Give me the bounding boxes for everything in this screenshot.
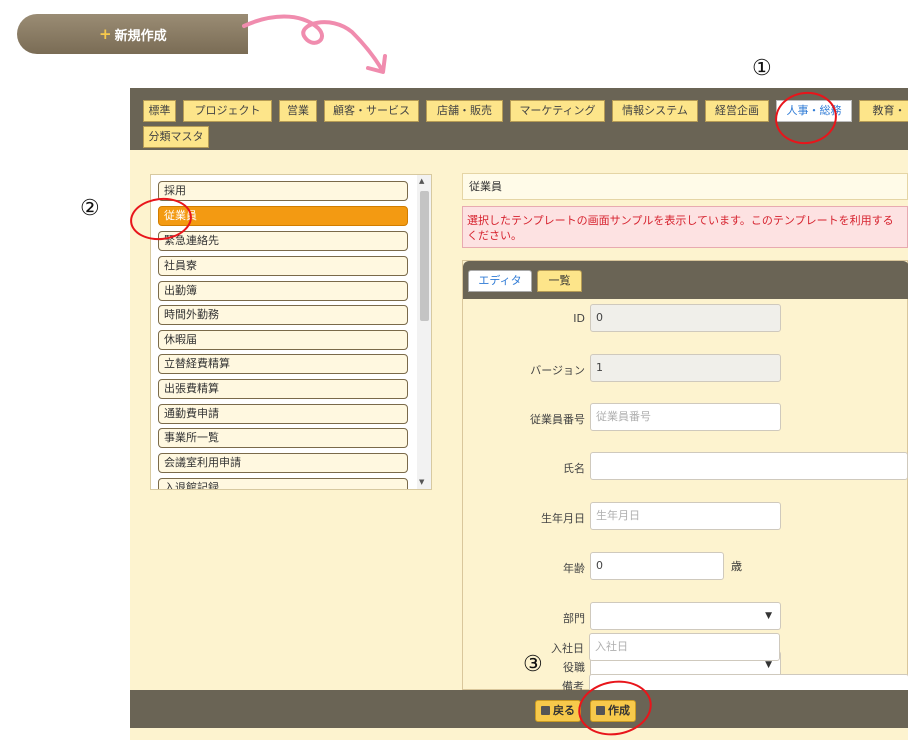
chevron-down-icon: ▼ <box>765 611 772 621</box>
annotation-number-2: ② <box>80 196 100 221</box>
pink-curved-arrow <box>242 14 387 74</box>
notice-line-1: 選択したテンプレートの画面サンプルを表示しています。このテンプレートを利用する <box>467 214 894 227</box>
notice-line-2: ください。 <box>467 229 522 242</box>
app-window: 標準 プロジェクト 営業 顧客・サービス 店舗・販売 マーケティング 情報システ… <box>130 88 908 740</box>
list-item-selected[interactable]: 従業員 <box>158 206 408 226</box>
tab-classification-master[interactable]: 分類マスタ <box>143 126 209 148</box>
age-label: 年齢 <box>563 562 585 575</box>
name-label: 氏名 <box>563 462 585 475</box>
age-field[interactable]: 0 <box>590 552 724 580</box>
id-label: ID <box>573 312 585 325</box>
scroll-up-icon[interactable]: ▲ <box>419 177 424 185</box>
birthdate-label: 生年月日 <box>541 512 585 525</box>
tab-store-retail[interactable]: 店舗・販売 <box>426 100 503 122</box>
template-list: 採用 従業員 緊急連絡先 社員寮 出勤簿 時間外勤務 休暇届 立替経費精算 出張… <box>150 174 432 490</box>
form-panel: エディタ 一覧 ID 0 バージョン 1 従業員番号 従業員番号 氏名 生年月日… <box>462 260 908 690</box>
tab-customer-service[interactable]: 顧客・サービス <box>324 100 419 122</box>
list-item[interactable]: 入退館記録 <box>158 478 408 489</box>
scroll-down-icon[interactable]: ▼ <box>419 478 424 486</box>
age-unit: 歳 <box>731 560 742 573</box>
template-title: 従業員 <box>462 173 908 200</box>
tab-education[interactable]: 教育・ <box>859 100 908 122</box>
name-field[interactable] <box>590 452 908 480</box>
list-item[interactable]: 出張費精算 <box>158 379 408 399</box>
employee-number-label: 従業員番号 <box>530 413 585 426</box>
tab-list[interactable]: 一覧 <box>537 270 582 292</box>
list-item[interactable]: 会議室利用申請 <box>158 453 408 473</box>
department-label: 部門 <box>563 612 585 625</box>
list-item[interactable]: 事業所一覧 <box>158 428 408 448</box>
list-item[interactable]: 採用 <box>158 181 408 201</box>
department-select[interactable]: ▼ <box>590 602 781 630</box>
list-item[interactable]: 通勤費申請 <box>158 404 408 424</box>
birthdate-field[interactable]: 生年月日 <box>590 502 781 530</box>
list-item[interactable]: 緊急連絡先 <box>158 231 408 251</box>
list-item[interactable]: 休暇届 <box>158 330 408 350</box>
back-button[interactable]: 戻る <box>535 700 581 722</box>
notice-message: 選択したテンプレートの画面サンプルを表示しています。このテンプレートを利用する … <box>462 206 908 248</box>
tab-standard[interactable]: 標準 <box>143 100 176 122</box>
version-label: バージョン <box>530 364 585 377</box>
tab-info-system[interactable]: 情報システム <box>612 100 698 122</box>
new-create-label: 新規作成 <box>114 28 167 44</box>
list-item[interactable]: 立替経費精算 <box>158 354 408 374</box>
list-item[interactable]: 出勤簿 <box>158 281 408 301</box>
new-create-button[interactable]: + 新規作成 <box>17 14 248 54</box>
tab-editor[interactable]: エディタ <box>468 270 532 292</box>
hire-date-field[interactable]: 入社日 <box>589 633 780 661</box>
plus-icon: + <box>99 25 112 43</box>
tab-sales[interactable]: 営業 <box>279 100 317 122</box>
annotation-number-1: ① <box>752 56 772 81</box>
list-item[interactable]: 時間外勤務 <box>158 305 408 325</box>
id-field[interactable]: 0 <box>590 304 781 332</box>
list-item[interactable]: 社員寮 <box>158 256 408 276</box>
annotation-number-3: ③ <box>523 652 543 677</box>
form-tab-bar: エディタ 一覧 <box>463 261 908 299</box>
tab-project[interactable]: プロジェクト <box>183 100 272 122</box>
version-field[interactable]: 1 <box>590 354 781 382</box>
tab-management-planning[interactable]: 経営企画 <box>705 100 769 122</box>
tab-marketing[interactable]: マーケティング <box>510 100 605 122</box>
list-scrollbar-thumb[interactable] <box>420 191 429 321</box>
save-icon <box>541 706 550 715</box>
employee-number-field[interactable]: 従業員番号 <box>590 403 781 431</box>
footer-bar: 戻る 作成 <box>130 690 908 728</box>
